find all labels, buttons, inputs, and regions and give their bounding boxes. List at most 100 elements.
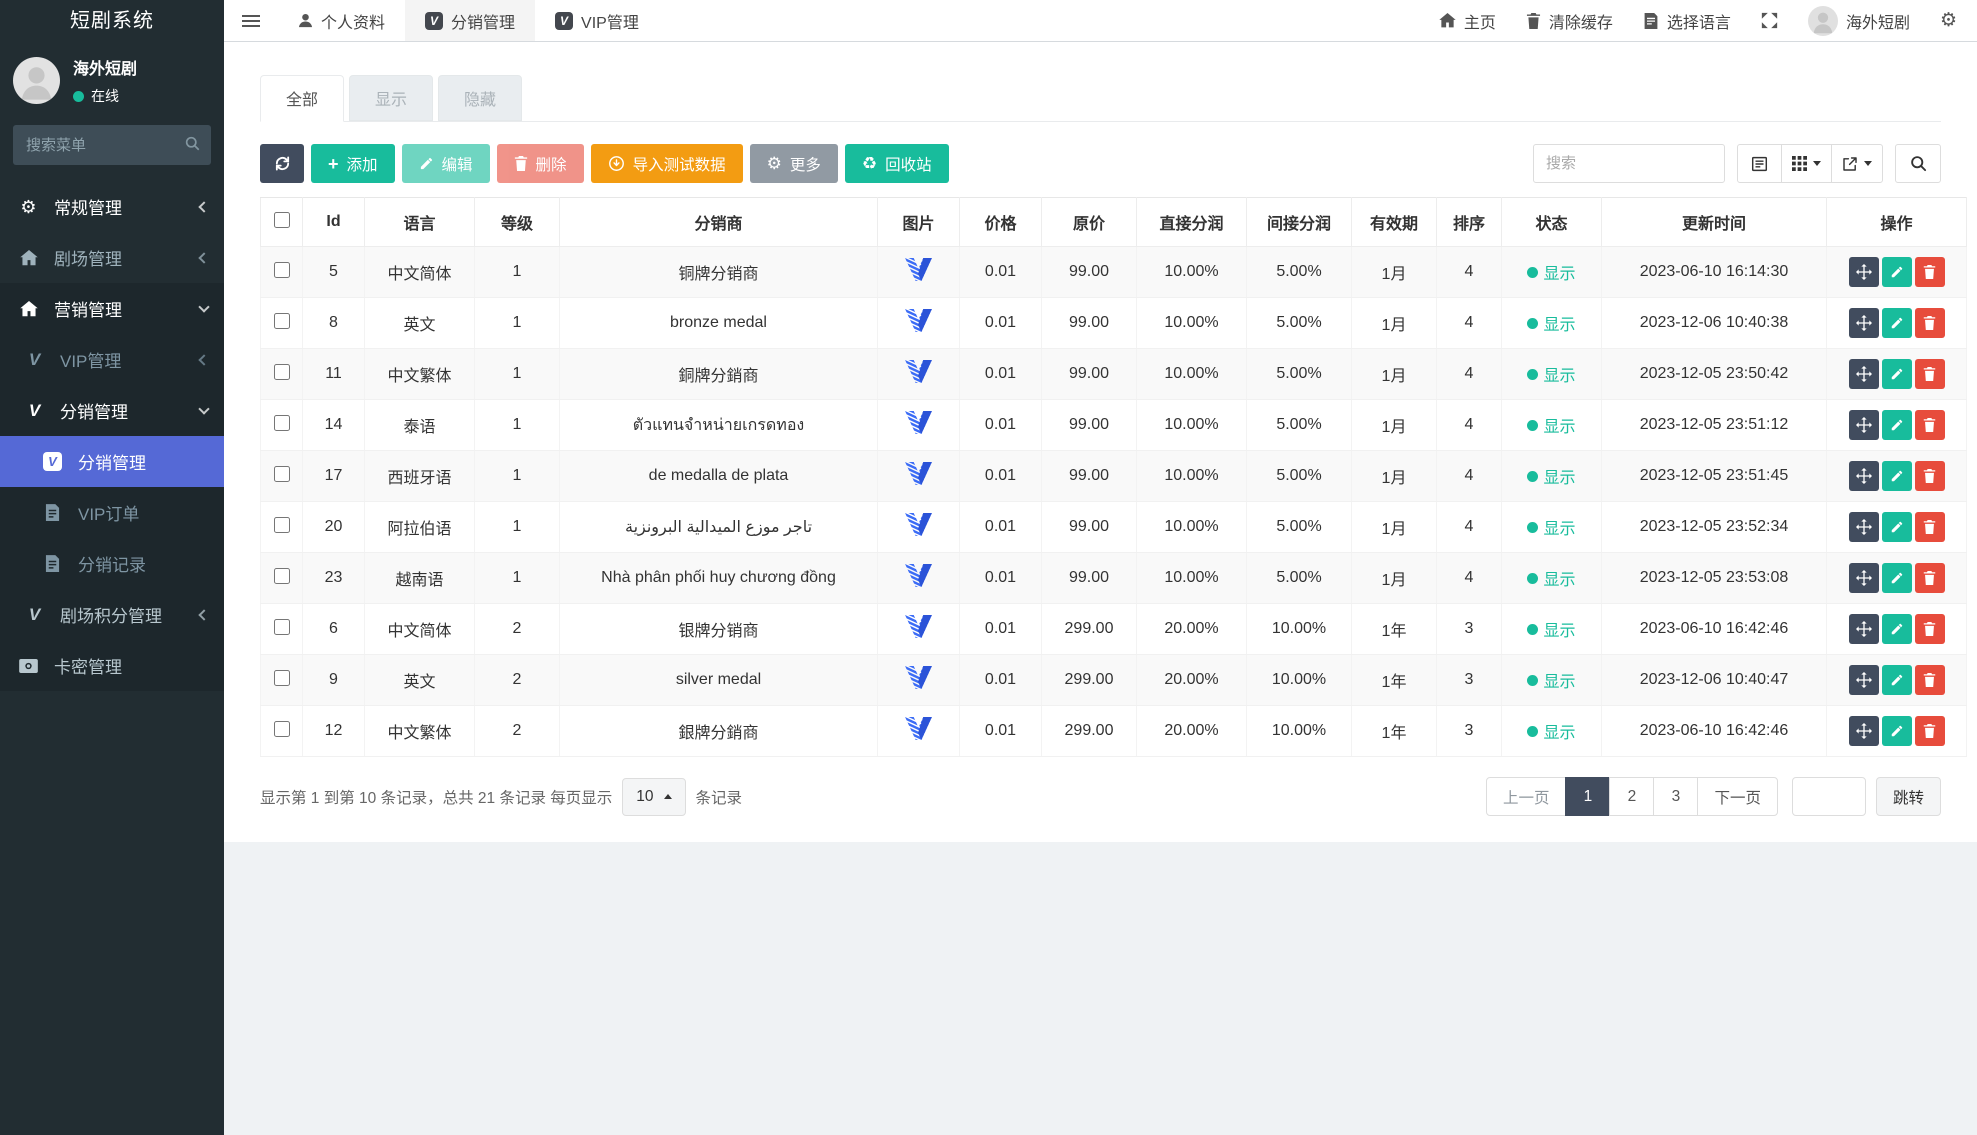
table-search-input[interactable]: [1533, 144, 1725, 183]
row-move-button[interactable]: [1848, 359, 1879, 389]
row-checkbox[interactable]: [273, 261, 290, 278]
export-button[interactable]: [1831, 144, 1883, 183]
col-distributor[interactable]: 分销商: [559, 197, 878, 247]
refresh-button[interactable]: [260, 144, 304, 183]
status-badge[interactable]: 显示: [1527, 260, 1576, 284]
col-id[interactable]: Id: [302, 197, 365, 247]
row-edit-button[interactable]: [1881, 512, 1912, 542]
col-validity[interactable]: 有效期: [1351, 197, 1437, 247]
distributor-image[interactable]: [905, 360, 932, 383]
row-move-button[interactable]: [1848, 716, 1879, 746]
col-original-price[interactable]: 原价: [1041, 197, 1137, 247]
filter-tab-all[interactable]: 全部: [260, 75, 345, 122]
row-edit-button[interactable]: [1881, 665, 1912, 695]
status-badge[interactable]: 显示: [1527, 719, 1576, 743]
clear-cache-link[interactable]: 清除缓存: [1526, 9, 1613, 33]
col-language[interactable]: 语言: [364, 197, 475, 247]
row-checkbox[interactable]: [273, 414, 290, 431]
edit-button[interactable]: 编辑: [401, 144, 490, 183]
row-move-button[interactable]: [1848, 665, 1879, 695]
row-edit-button[interactable]: [1881, 461, 1912, 491]
row-move-button[interactable]: [1848, 614, 1879, 644]
col-direct-share[interactable]: 直接分润: [1136, 197, 1247, 247]
filter-tab-show[interactable]: 显示: [349, 75, 434, 121]
import-test-data-button[interactable]: 导入测试数据: [590, 144, 743, 183]
page-jump-button[interactable]: 跳转: [1875, 777, 1941, 816]
distributor-image[interactable]: [905, 615, 932, 638]
row-move-button[interactable]: [1848, 563, 1879, 593]
col-updated[interactable]: 更新时间: [1601, 197, 1827, 247]
status-badge[interactable]: 显示: [1527, 617, 1576, 641]
status-badge[interactable]: 显示: [1527, 413, 1576, 437]
status-badge[interactable]: 显示: [1527, 515, 1576, 539]
row-checkbox[interactable]: [273, 618, 290, 635]
status-badge[interactable]: 显示: [1527, 566, 1576, 590]
home-link[interactable]: 主页: [1439, 9, 1496, 33]
select-all-checkbox[interactable]: [273, 211, 290, 228]
distributor-image[interactable]: [905, 309, 932, 332]
recycle-bin-button[interactable]: ♻ 回收站: [844, 144, 949, 183]
col-level[interactable]: 等级: [474, 197, 560, 247]
sidebar-item-theater[interactable]: 剧场管理: [0, 232, 224, 283]
sidebar-item-distribution-child[interactable]: V 分销管理: [0, 436, 224, 487]
sidebar-toggle-button[interactable]: [224, 0, 278, 41]
row-edit-button[interactable]: [1881, 410, 1912, 440]
tab-vip[interactable]: V VIP管理: [535, 0, 659, 41]
row-checkbox[interactable]: [273, 516, 290, 533]
columns-button[interactable]: [1781, 144, 1832, 183]
row-move-button[interactable]: [1848, 308, 1879, 338]
row-delete-button[interactable]: [1914, 614, 1945, 644]
tab-profile[interactable]: 个人资料: [278, 0, 405, 41]
col-status[interactable]: 状态: [1501, 197, 1602, 247]
row-delete-button[interactable]: [1914, 563, 1945, 593]
status-badge[interactable]: 显示: [1527, 464, 1576, 488]
tab-distribution[interactable]: V 分销管理: [405, 0, 536, 41]
page-button-3[interactable]: 3: [1653, 777, 1699, 816]
row-checkbox[interactable]: [273, 567, 290, 584]
sidebar-item-general[interactable]: ⚙ 常规管理: [0, 181, 224, 232]
row-edit-button[interactable]: [1881, 359, 1912, 389]
row-edit-button[interactable]: [1881, 614, 1912, 644]
row-move-button[interactable]: [1848, 512, 1879, 542]
delete-button[interactable]: 删除: [496, 144, 584, 183]
distributor-image[interactable]: [905, 564, 932, 587]
settings-button[interactable]: ⚙: [1940, 11, 1957, 30]
col-indirect-share[interactable]: 间接分润: [1246, 197, 1352, 247]
sidebar-item-theater-points[interactable]: V 剧场积分管理: [0, 589, 224, 640]
row-checkbox[interactable]: [273, 465, 290, 482]
page-jump-input[interactable]: [1791, 777, 1866, 816]
prev-page-button[interactable]: 上一页: [1485, 777, 1567, 816]
sidebar-item-distribution-record[interactable]: 分销记录: [0, 538, 224, 589]
row-move-button[interactable]: [1848, 461, 1879, 491]
sidebar-item-vip-order[interactable]: VIP订单: [0, 487, 224, 538]
per-page-select[interactable]: 10: [622, 777, 686, 816]
row-delete-button[interactable]: [1914, 665, 1945, 695]
row-delete-button[interactable]: [1914, 512, 1945, 542]
row-move-button[interactable]: [1848, 257, 1879, 287]
menu-search-input[interactable]: [13, 125, 211, 165]
detail-view-button[interactable]: [1737, 144, 1782, 183]
row-edit-button[interactable]: [1881, 308, 1912, 338]
row-checkbox[interactable]: [273, 720, 290, 737]
row-delete-button[interactable]: [1914, 359, 1945, 389]
row-delete-button[interactable]: [1914, 410, 1945, 440]
row-delete-button[interactable]: [1914, 461, 1945, 491]
next-page-button[interactable]: 下一页: [1697, 777, 1778, 816]
page-button-1[interactable]: 1: [1565, 777, 1611, 816]
row-edit-button[interactable]: [1881, 716, 1912, 746]
topbar-user[interactable]: 海外短剧: [1807, 5, 1910, 36]
sidebar-item-vip[interactable]: V VIP管理: [0, 334, 224, 385]
row-checkbox[interactable]: [273, 669, 290, 686]
distributor-image[interactable]: [905, 717, 932, 740]
sidebar-item-marketing[interactable]: 营销管理: [0, 283, 224, 334]
status-badge[interactable]: 显示: [1527, 362, 1576, 386]
row-checkbox[interactable]: [273, 312, 290, 329]
distributor-image[interactable]: [905, 258, 932, 281]
col-price[interactable]: 价格: [959, 197, 1042, 247]
row-delete-button[interactable]: [1914, 716, 1945, 746]
row-edit-button[interactable]: [1881, 257, 1912, 287]
col-image[interactable]: 图片: [877, 197, 960, 247]
col-sort[interactable]: 排序: [1436, 197, 1502, 247]
fullscreen-button[interactable]: [1761, 12, 1778, 29]
row-checkbox[interactable]: [273, 363, 290, 380]
